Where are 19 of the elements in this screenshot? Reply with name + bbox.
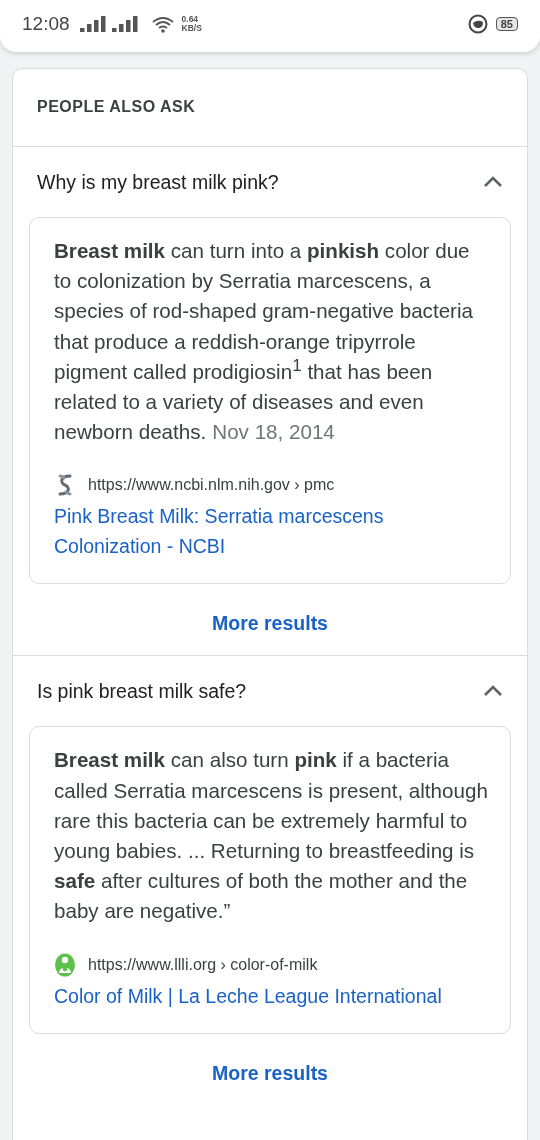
result-link[interactable]: Pink Breast Milk: Serratia marcescens Colonization - NCBI: [54, 501, 488, 562]
source-url: https://www.ncbi.nlm.nih.gov › pmc: [88, 476, 335, 495]
section-title: PEOPLE ALSO ASK: [13, 69, 527, 147]
answer-text: Breast milk can also turn pink if a bacteria called Serratia marcescens is present, although rare this bacteria can be extremely harmful to young babies. ... Returning to breastfeeding is safe after cultures of both the mother and the baby are negative.”: [54, 747, 488, 925]
answer-text: Breast milk can turn into a pinkish color due to colonization by Serratia marcescens, a species of rod-shaped gram-negative bacteria that produce a reddish-orange tripyrrole pigment called prodigiosin$^{1}$ that has been related to a variety of diseases and even newborn deaths. Nov 18, 2014: [54, 238, 474, 446]
question-row[interactable]: Why is my breast milk pink?: [13, 147, 527, 217]
question-row[interactable]: Is pink breast milk safe?: [13, 656, 527, 727]
app-notification-icon: [467, 14, 488, 34]
chevron-up-icon[interactable]: [483, 685, 503, 698]
more-results-button[interactable]: More results: [204, 1055, 336, 1091]
more-results-button[interactable]: More results: [204, 606, 336, 642]
mother-baby-icon: [54, 952, 76, 977]
wifi-icon: [151, 15, 174, 33]
result-link[interactable]: Color of Milk | La Leche League International: [54, 980, 488, 1011]
chevron-up-icon[interactable]: [483, 176, 503, 188]
clock: 12:08: [22, 13, 70, 35]
network-speed: 0.64 KB/S: [181, 15, 202, 33]
source-url: https://www.llli.org › color-of-milk: [88, 955, 318, 974]
battery-level: 85: [495, 17, 518, 31]
